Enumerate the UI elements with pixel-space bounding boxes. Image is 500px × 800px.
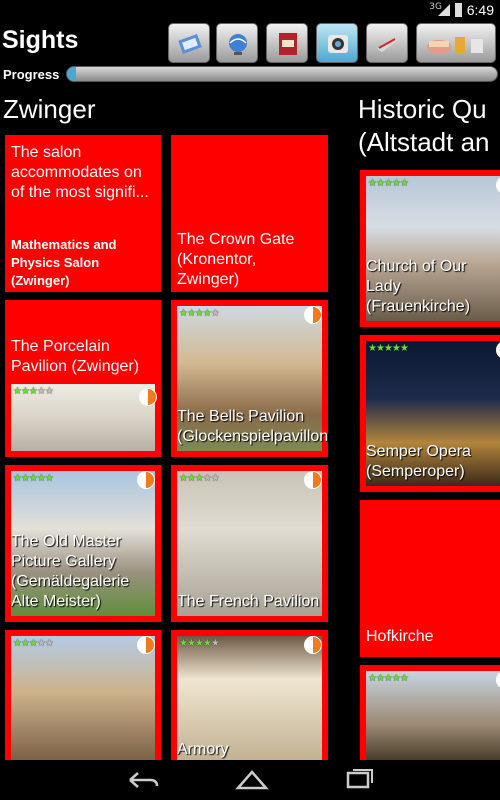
food-button[interactable]	[416, 23, 496, 63]
navigation-bar	[0, 760, 500, 800]
rating-stars: ★★★★★	[368, 343, 409, 354]
visit-progress-icon	[304, 636, 322, 654]
rating-stars: ★★★★★	[13, 473, 54, 484]
dictionary-button[interactable]	[266, 23, 308, 63]
visit-progress-icon	[304, 306, 322, 324]
tile-name: Armory	[177, 741, 229, 758]
status-clock: 6:49	[466, 2, 494, 18]
sight-photo	[366, 671, 500, 760]
battery-icon	[455, 3, 462, 17]
sight-tile[interactable]: ★★★★★ The French Pavilion	[171, 465, 328, 622]
status-bar: 3G 6:49	[0, 0, 500, 20]
rating-stars: ★★★★★	[179, 308, 220, 319]
app-title: Sights	[2, 26, 79, 54]
sight-tile[interactable]: ★★★★★	[360, 665, 500, 760]
rating-stars: ★★★★★	[368, 178, 409, 189]
visit-progress-icon	[139, 388, 157, 406]
tile-name: The Bells Pavilion (Glockenspielpavillon…	[177, 408, 328, 445]
home-icon	[235, 770, 269, 790]
back-icon	[129, 772, 159, 788]
globe-button[interactable]	[216, 23, 258, 63]
sight-tile[interactable]: ★★★★★ Church of Our Lady (Frauenkirche)	[360, 170, 500, 327]
action-bar: Sights	[0, 20, 500, 64]
tile-name: Church of Our Lady (Frauenkirche)	[366, 258, 471, 315]
signal-icon	[438, 4, 450, 16]
section-title-line: (Altstadt an	[358, 127, 490, 157]
sight-photo	[11, 636, 155, 760]
home-button[interactable]	[232, 768, 272, 792]
visit-progress-icon	[137, 636, 155, 654]
tile-name: The French Pavilion	[177, 593, 320, 610]
dictionary-icon	[279, 33, 297, 55]
camera-icon	[328, 35, 348, 53]
tile-name: Hofkirche	[366, 628, 434, 645]
rating-stars: ★★★★★	[179, 638, 220, 649]
rating-stars: ★★★★★	[13, 638, 54, 649]
map-button[interactable]	[168, 23, 210, 63]
food-icon	[427, 37, 483, 54]
camera-button[interactable]	[316, 23, 358, 63]
tile-description: The salon accommodates on of the most si…	[11, 144, 149, 201]
train-button[interactable]	[366, 23, 408, 63]
sight-tile[interactable]: ★★★★★ Armory	[171, 630, 328, 760]
train-icon	[377, 37, 399, 52]
section-title-line: Historic Qu	[358, 94, 487, 124]
recents-icon	[346, 769, 373, 789]
map-icon	[178, 34, 202, 54]
tile-name: Semper Opera (Semperoper)	[366, 443, 471, 480]
rating-stars: ★★★★★	[368, 673, 409, 684]
tile-name: The Crown Gate (Kronentor, Zwinger)	[177, 231, 295, 288]
sight-tile[interactable]: The Crown Gate (Kronentor, Zwinger)	[171, 135, 328, 292]
back-button[interactable]	[124, 768, 164, 792]
sight-tile[interactable]: The salon accommodates on of the most si…	[5, 135, 161, 292]
tile-name: Mathematics and Physics Salon (Zwinger)	[11, 237, 117, 288]
progress-label: Progress	[3, 67, 60, 82]
visit-progress-icon	[137, 471, 155, 489]
sight-tile[interactable]: Hofkirche	[360, 500, 500, 657]
progress-bar	[66, 66, 498, 82]
sight-tile[interactable]: ★★★★★	[5, 630, 161, 760]
section-title-historic-quarter: Historic Qu (Altstadt an	[358, 93, 490, 159]
sight-tile[interactable]: ★★★★★ The Bells Pavilion (Glockenspielpa…	[171, 300, 328, 457]
progress-fill	[67, 67, 76, 81]
rating-stars: ★★★★★	[13, 386, 54, 397]
visit-progress-icon	[304, 471, 322, 489]
tile-name: The Old Master Picture Gallery (Gemäldeg…	[11, 533, 130, 610]
sight-tile[interactable]: The Porcelain Pavilion (Zwinger) ★★★★★	[5, 300, 161, 457]
recents-button[interactable]	[340, 768, 380, 792]
tile-name: The Porcelain Pavilion (Zwinger)	[11, 338, 140, 375]
sight-tile[interactable]: ★★★★★ Semper Opera (Semperoper)	[360, 335, 500, 492]
section-title-zwinger: Zwinger	[3, 94, 96, 124]
rating-stars: ★★★★★	[179, 473, 220, 484]
sight-tile[interactable]: ★★★★★ The Old Master Picture Gallery (Ge…	[5, 465, 161, 622]
globe-icon	[229, 34, 247, 55]
